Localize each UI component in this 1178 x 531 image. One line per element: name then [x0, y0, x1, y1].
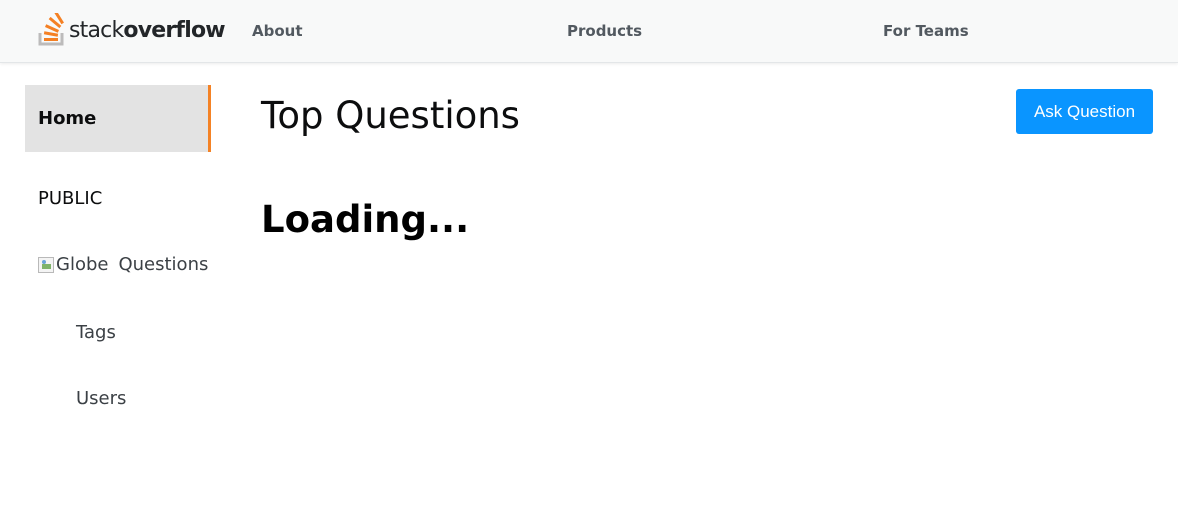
- globe-icon: Globe: [38, 254, 108, 275]
- loading-indicator: Loading...: [261, 198, 470, 241]
- top-navbar: stackoverflow About Products For Teams: [0, 0, 1178, 63]
- nav-products-link[interactable]: Products: [567, 22, 642, 40]
- nav-about-link[interactable]: About: [252, 22, 303, 40]
- sidebar-item-users[interactable]: Users: [76, 388, 126, 409]
- logo-text-bold: overflow: [123, 17, 225, 43]
- ask-question-button[interactable]: Ask Question: [1016, 89, 1153, 134]
- logo-wordmark: stackoverflow: [69, 17, 226, 43]
- page-title: Top Questions: [261, 94, 520, 137]
- sidebar-item-home[interactable]: Home: [25, 85, 211, 152]
- sidebar-section-public: PUBLIC: [38, 188, 103, 209]
- sidebar-item-home-label: Home: [38, 108, 97, 129]
- sidebar-item-questions-label: Questions: [118, 254, 209, 275]
- broken-image-icon: [38, 256, 54, 273]
- site-logo[interactable]: stackoverflow: [37, 12, 226, 48]
- sidebar-item-questions[interactable]: Globe Questions: [38, 254, 208, 275]
- left-sidebar: Home PUBLIC Globe Questions Tags Users: [0, 63, 212, 531]
- sidebar-item-tags[interactable]: Tags: [76, 322, 116, 343]
- nav-for-teams-link[interactable]: For Teams: [883, 22, 969, 40]
- logo-text-regular: stack: [69, 17, 124, 43]
- stackoverflow-logo-icon: [38, 13, 64, 46]
- globe-icon-alt-text: Globe: [56, 254, 109, 275]
